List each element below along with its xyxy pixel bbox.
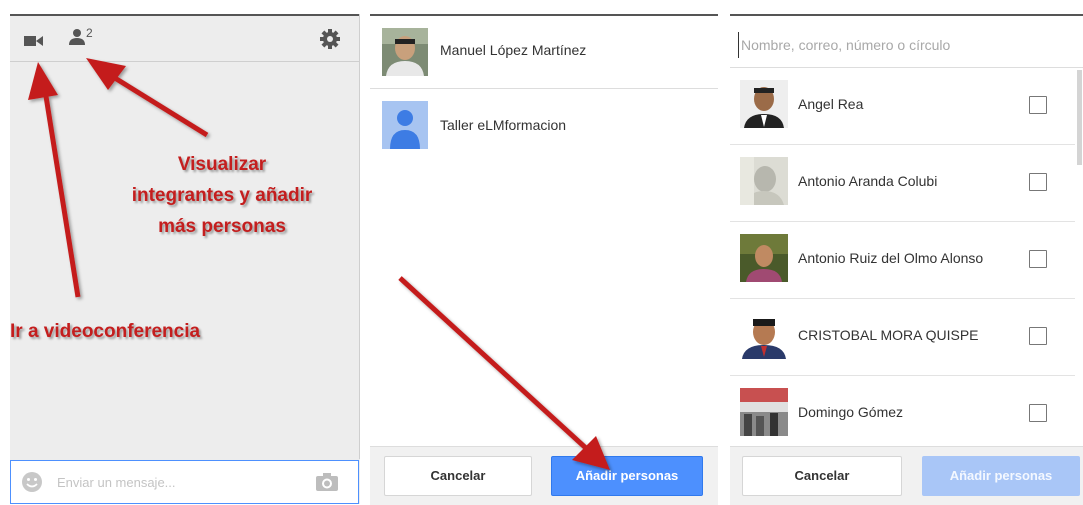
member-name: Taller eLMformacion [440,117,567,133]
contact-row[interactable]: Angel Rea [730,68,1075,145]
contact-checkbox[interactable] [1029,173,1047,191]
smiley-icon[interactable] [21,471,43,498]
member-avatar-photo [382,28,428,76]
message-input[interactable] [55,469,289,495]
participant-count: 2 [86,26,93,40]
contact-avatar-photo [740,234,788,282]
camera-icon[interactable] [315,472,339,497]
contact-avatar-photo [740,157,788,205]
member-name: Manuel López Martínez [440,42,587,58]
contact-name: Antonio Ruiz del Olmo Alonso [798,250,984,266]
hangout-chat-panel: 2 Visualizar integrantes y añadir más pe… [10,14,360,504]
annotation-video: Ir a videoconferencia [10,321,201,342]
contact-checkbox[interactable] [1029,96,1047,114]
contact-checkbox[interactable] [1029,250,1047,268]
hangout-header: 2 [10,16,360,61]
panel-top-border [730,14,1083,16]
contact-name: Angel Rea [798,96,864,112]
contact-row[interactable]: Antonio Ruiz del Olmo Alonso [730,222,1075,299]
cancel-button[interactable]: Cancelar [384,456,532,496]
contact-name: Domingo Gómez [798,404,904,420]
header-divider [10,61,360,62]
contact-checkbox[interactable] [1029,327,1047,345]
annotation-people-line: Visualizar [177,154,267,175]
annotation-people-line: integrantes y añadir [131,185,313,206]
contact-row[interactable]: Domingo Gómez [730,376,1075,453]
contact-avatar-photo [740,311,788,359]
contact-row[interactable]: CRISTOBAL MORA QUISPE [730,299,1075,376]
contact-row[interactable]: Antonio Aranda Colubi [730,145,1075,222]
member-item[interactable]: Taller eLMformacion [370,89,718,162]
panel-border [359,14,360,459]
member-item[interactable]: Manuel López Martínez [370,16,718,89]
add-people-button-disabled[interactable]: Añadir personas [922,456,1080,496]
cancel-button[interactable]: Cancelar [742,456,902,496]
contact-name: Antonio Aranda Colubi [798,173,938,189]
members-footer: Cancelar Añadir personas [370,446,718,505]
scrollbar[interactable] [1077,70,1082,165]
picker-footer: Cancelar Añadir personas [730,446,1083,505]
video-camera-icon[interactable] [24,34,44,53]
annotation-people: Visualizar integrantes y añadir más pers… [102,149,342,242]
search-input[interactable] [738,32,1073,58]
add-people-button[interactable]: Añadir personas [551,456,703,496]
people-icon[interactable] [68,28,86,51]
contact-checkbox[interactable] [1029,404,1047,422]
contact-avatar-photo [740,388,788,436]
default-avatar-icon [382,101,428,149]
annotation-people-line: más personas [158,216,286,237]
contact-picker-panel: Angel Rea Antonio Aranda Colubi Antonio … [730,14,1083,505]
contact-avatar-photo [740,80,788,128]
message-composer [10,460,359,504]
gear-icon[interactable] [320,29,340,54]
members-panel: Manuel López Martínez Taller eLMformacio… [370,14,718,505]
contact-name: CRISTOBAL MORA QUISPE [798,327,979,343]
